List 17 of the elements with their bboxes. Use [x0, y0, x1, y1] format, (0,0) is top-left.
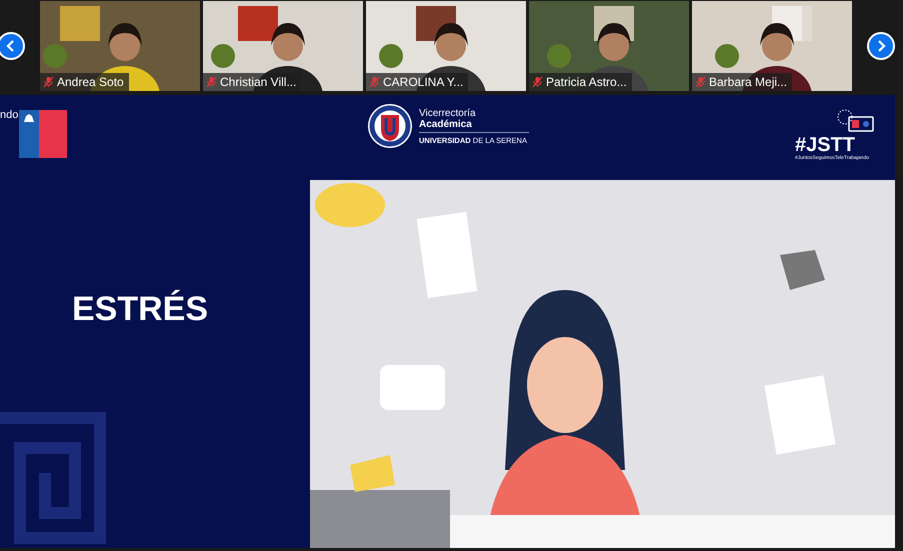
chevron-left-icon	[6, 40, 16, 52]
virus-monitor-icon	[835, 107, 875, 135]
logo-text: Vicerrectoría	[419, 108, 477, 118]
participant-name: Barbara Meji...	[709, 74, 788, 88]
participant-name: CAROLINA Y...	[383, 74, 464, 88]
university-seal-icon	[367, 103, 413, 149]
crest-icon	[23, 113, 35, 123]
logo-text: Académica	[419, 118, 529, 132]
slide-title: ESTRÉS	[72, 290, 208, 328]
slide-text: ndo	[0, 109, 19, 121]
previous-button[interactable]	[0, 32, 25, 60]
participant-name: Christian Vill...	[220, 74, 296, 88]
participant-name: Patricia Astro...	[546, 74, 627, 88]
participant-name: Andrea Soto	[57, 74, 124, 88]
logo-text: #JSTT	[795, 135, 856, 155]
chevron-right-icon	[876, 40, 886, 52]
next-button[interactable]	[867, 32, 895, 60]
